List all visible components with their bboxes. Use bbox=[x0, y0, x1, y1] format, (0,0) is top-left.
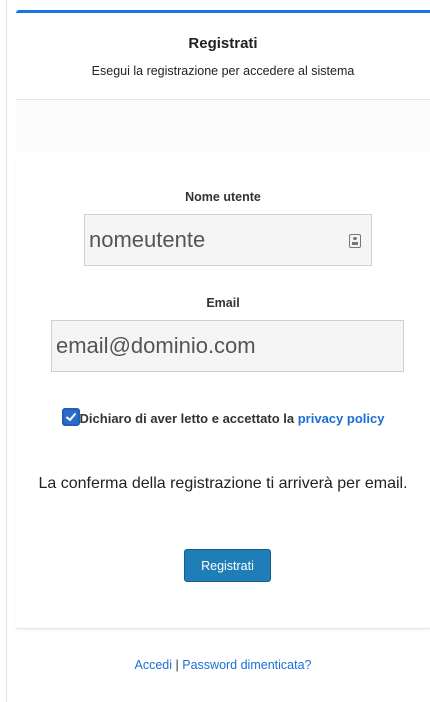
username-input[interactable] bbox=[84, 214, 372, 266]
left-divider bbox=[6, 0, 7, 702]
forgot-password-link[interactable]: Password dimenticata? bbox=[182, 658, 311, 672]
email-input[interactable] bbox=[51, 320, 404, 372]
page-subtitle: Esegui la registrazione per accedere al … bbox=[91, 64, 355, 78]
privacy-consent: Dichiaro di aver letto e accettato la pr… bbox=[62, 408, 402, 430]
footer-links: Accedi | Password dimenticata? bbox=[16, 658, 430, 672]
privacy-text: Dichiaro di aver letto e accettato la bbox=[79, 411, 298, 426]
footer-separator: | bbox=[175, 658, 179, 672]
header-spacer bbox=[16, 100, 430, 152]
privacy-checkbox[interactable] bbox=[62, 408, 80, 426]
confirmation-notice: La conferma della registrazione ti arriv… bbox=[38, 475, 408, 492]
registration-form: Nome utente Email Dichiaro di aver letto… bbox=[16, 152, 430, 629]
card-header: Registrati Esegui la registrazione per a… bbox=[16, 13, 430, 100]
registration-page: Registrati Esegui la registrazione per a… bbox=[0, 0, 430, 702]
username-label: Nome utente bbox=[185, 190, 261, 204]
register-button[interactable]: Registrati bbox=[184, 549, 271, 582]
privacy-text-wrap: Dichiaro di aver letto e accettato la pr… bbox=[62, 408, 402, 430]
email-label: Email bbox=[206, 296, 240, 310]
checkmark-icon bbox=[66, 413, 76, 421]
page-title: Registrati bbox=[188, 35, 258, 52]
id-card-icon bbox=[349, 234, 361, 248]
login-link[interactable]: Accedi bbox=[135, 658, 173, 672]
privacy-policy-link[interactable]: privacy policy bbox=[298, 411, 385, 426]
registration-card: Registrati Esegui la registrazione per a… bbox=[16, 10, 430, 702]
